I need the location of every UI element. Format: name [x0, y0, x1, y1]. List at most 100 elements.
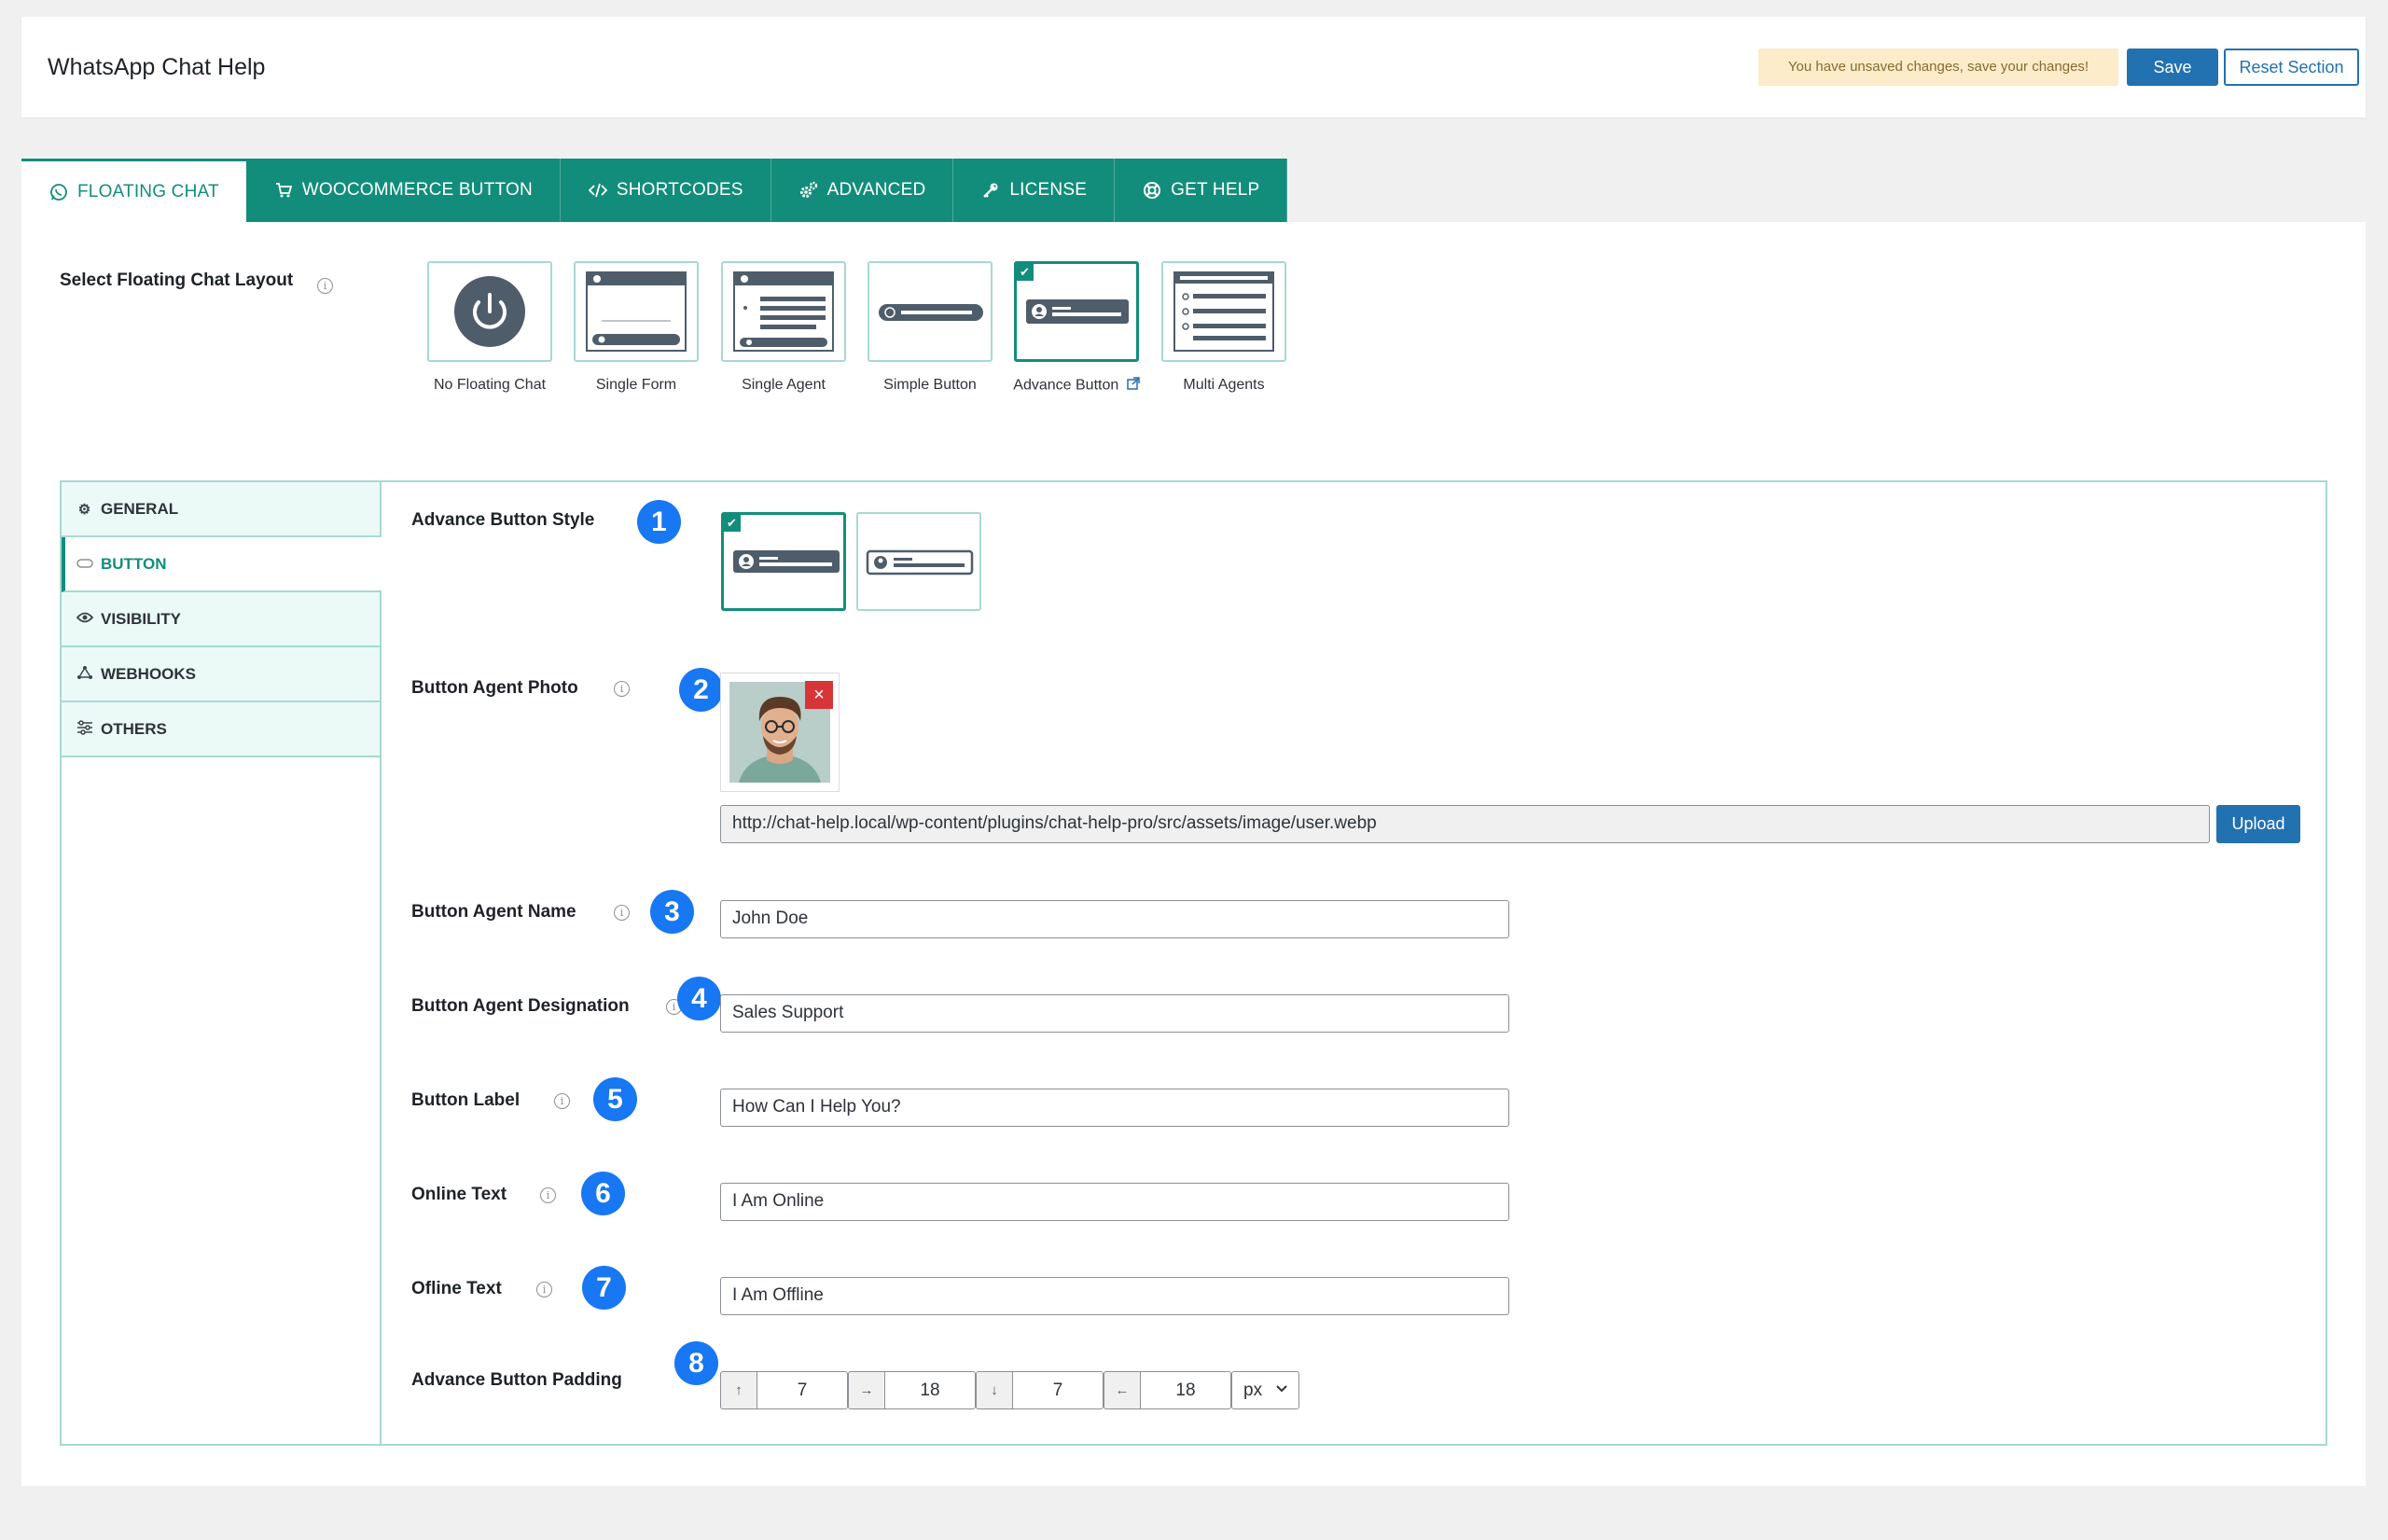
button-agent-photo-label: Button Agent Photo: [411, 678, 578, 698]
advance-button-style-label: Advance Button Style: [411, 510, 595, 530]
sidebar-item-label: VISIBILITY: [101, 609, 181, 628]
info-icon[interactable]: i: [317, 278, 333, 294]
single-form-icon: [586, 271, 687, 352]
agent-designation-input[interactable]: Sales Support: [720, 994, 1509, 1033]
page-header: WhatsApp Chat Help You have unsaved chan…: [21, 17, 2366, 118]
sidebar-item-label: BUTTON: [101, 554, 167, 573]
sidebar-item-label: GENERAL: [101, 499, 179, 518]
eye-icon: [76, 611, 93, 627]
sidebar-item-visibility[interactable]: VISIBILITY: [62, 592, 380, 647]
padding-bottom-group: ↓ 7: [976, 1371, 1104, 1409]
layout-caption-text: Advance Button: [1013, 377, 1119, 394]
outline-button-style-icon: [866, 549, 974, 576]
layout-label: Select Floating Chat Layout: [60, 271, 294, 290]
arrow-down-icon: ↓: [976, 1371, 1012, 1409]
online-text-label: Online Text: [411, 1185, 507, 1204]
step-badge: 5: [593, 1077, 637, 1121]
step-badge: 1: [637, 500, 681, 544]
padding-left-group: ← 18: [1104, 1371, 1231, 1409]
advance-button-padding-label: Advance Button Padding: [411, 1370, 622, 1390]
offline-text-label: Ofline Text: [411, 1279, 502, 1298]
button-style-option-outline[interactable]: [856, 512, 981, 611]
tab-label: GET HELP: [1171, 180, 1260, 200]
tab-label: LICENSE: [1009, 180, 1088, 200]
layout-option-single-agent[interactable]: [721, 261, 846, 362]
info-icon[interactable]: i: [536, 1282, 552, 1297]
unsaved-changes-notice: You have unsaved changes, save your chan…: [1758, 49, 2118, 86]
lifebuoy-icon: [1142, 181, 1162, 200]
agent-name-input[interactable]: John Doe: [720, 900, 1509, 938]
tab-get-help[interactable]: GET HELP: [1115, 159, 1288, 222]
arrow-up-icon: ↑: [720, 1371, 757, 1409]
padding-right-input[interactable]: 18: [884, 1371, 976, 1409]
photo-url-input[interactable]: http://chat-help.local/wp-content/plugin…: [720, 805, 2210, 843]
multi-agents-icon: [1173, 271, 1274, 352]
upload-button[interactable]: Upload: [2216, 805, 2300, 843]
advance-button-icon: [1026, 299, 1129, 324]
tab-label: SHORTCODES: [616, 180, 743, 200]
page-title: WhatsApp Chat Help: [48, 54, 266, 80]
button-label-input[interactable]: How Can I Help You?: [720, 1089, 1509, 1127]
button-icon: [76, 556, 93, 572]
padding-bottom-input[interactable]: 7: [1012, 1371, 1104, 1409]
sidebar-item-others[interactable]: OTHERS: [62, 702, 380, 757]
checkmark-icon: ✔: [1016, 263, 1034, 281]
tab-shortcodes[interactable]: SHORTCODES: [561, 159, 771, 222]
info-icon[interactable]: i: [540, 1187, 556, 1203]
remove-photo-button[interactable]: ×: [805, 681, 833, 709]
sliders-icon: [76, 719, 93, 739]
button-label-label: Button Label: [411, 1090, 521, 1110]
padding-right-group: → 18: [848, 1371, 976, 1409]
layout-option-multi-agents[interactable]: [1161, 261, 1286, 362]
padding-left-input[interactable]: 18: [1140, 1371, 1231, 1409]
save-button[interactable]: Save: [2127, 49, 2218, 86]
filled-button-style-icon: [733, 550, 840, 573]
webhook-icon: [76, 665, 93, 684]
tab-label: FLOATING CHAT: [77, 181, 219, 201]
layout-option-advance-button[interactable]: ✔: [1014, 261, 1139, 362]
online-text-input[interactable]: I Am Online: [720, 1183, 1509, 1221]
info-icon[interactable]: i: [614, 905, 630, 921]
layout-option-single-form[interactable]: [574, 261, 699, 362]
floating-chat-panel: Select Floating Chat Layout i No Floatin…: [21, 222, 2366, 1486]
step-badge: 2: [679, 668, 723, 712]
layout-option-no-floating-chat[interactable]: [427, 261, 552, 362]
button-agent-name-label: Button Agent Name: [411, 902, 576, 922]
single-agent-icon: [733, 271, 834, 352]
button-style-option-filled[interactable]: ✔: [721, 512, 846, 611]
chevron-down-icon: [1274, 1380, 1289, 1404]
tab-license[interactable]: LICENSE: [953, 159, 1116, 222]
padding-unit-select[interactable]: px: [1231, 1371, 1299, 1409]
tab-label: WOOCOMMERCE BUTTON: [301, 180, 533, 200]
step-badge: 3: [650, 890, 694, 934]
padding-top-input[interactable]: 7: [757, 1371, 848, 1409]
sidebar-item-label: WEBHOOKS: [101, 664, 196, 683]
button-agent-designation-label: Button Agent Designation: [411, 996, 630, 1016]
tab-woocommerce-button[interactable]: WOOCOMMERCE BUTTON: [246, 159, 561, 222]
checkmark-icon: ✔: [723, 514, 741, 532]
sidebar-item-webhooks[interactable]: WEBHOOKS: [62, 647, 380, 702]
power-icon: [454, 276, 525, 347]
tab-advanced[interactable]: ADVANCED: [771, 159, 954, 222]
step-badge: 7: [582, 1266, 626, 1310]
step-badge: 6: [581, 1172, 625, 1215]
step-badge: 4: [677, 977, 721, 1020]
arrow-right-icon: →: [848, 1371, 884, 1409]
sidebar-item-button[interactable]: BUTTON: [62, 537, 382, 592]
offline-text-input[interactable]: I Am Offline: [720, 1277, 1509, 1315]
agent-photo-preview: ×: [720, 673, 840, 792]
layout-caption: Multi Agents: [1183, 377, 1265, 393]
tab-floating-chat[interactable]: FLOATING CHAT: [21, 159, 246, 222]
settings-sidebar: ⚙ GENERAL BUTTON VISIBILITY WEBHOOKS OTH…: [62, 482, 382, 1444]
cart-icon: [273, 182, 294, 199]
tab-label: ADVANCED: [826, 180, 926, 200]
sidebar-item-label: OTHERS: [101, 719, 167, 738]
sidebar-item-general[interactable]: ⚙ GENERAL: [62, 482, 380, 537]
info-icon[interactable]: i: [614, 681, 630, 697]
button-settings-box: ⚙ GENERAL BUTTON VISIBILITY WEBHOOKS OTH…: [60, 480, 2327, 1446]
layout-option-simple-button[interactable]: [868, 261, 993, 362]
reset-section-button[interactable]: Reset Section: [2224, 49, 2359, 86]
info-icon[interactable]: i: [554, 1093, 570, 1109]
padding-unit-value: px: [1243, 1380, 1263, 1400]
key-icon: [980, 182, 1001, 199]
